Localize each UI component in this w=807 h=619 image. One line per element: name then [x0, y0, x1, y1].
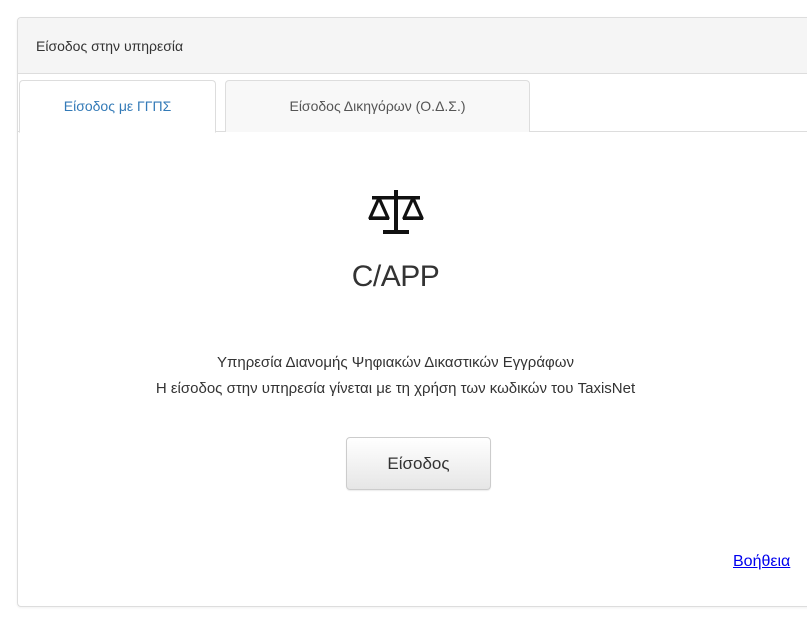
login-instructions: Η είσοδος στην υπηρεσία γίνεται με τη χρ… [155, 380, 636, 397]
app-name: C/APP [351, 260, 440, 293]
panel-title: Είσοδος στην υπηρεσία [18, 18, 807, 74]
login-panel: Είσοδος στην υπηρεσία Είσοδος με ΓΓΠΣ Εί… [17, 17, 807, 607]
panel-body: Είσοδος με ΓΓΠΣ Είσοδος Δικηγόρων (Ο.Δ.Σ… [18, 74, 807, 606]
tab-ggps-login[interactable]: Είσοδος με ΓΓΠΣ [19, 80, 216, 133]
tab-lawyers-login[interactable]: Είσοδος Δικηγόρων (Ο.Δ.Σ.) [225, 80, 530, 132]
tab-bar: Είσοδος με ΓΓΠΣ Είσοδος Δικηγόρων (Ο.Δ.Σ… [18, 80, 807, 133]
service-description: Υπηρεσία Διανομής Ψηφιακών Δικαστικών Εγ… [217, 354, 574, 371]
help-link[interactable]: Βοήθεια [733, 553, 790, 571]
balance-scale-icon [368, 190, 424, 234]
login-button[interactable]: Είσοδος [346, 437, 491, 490]
